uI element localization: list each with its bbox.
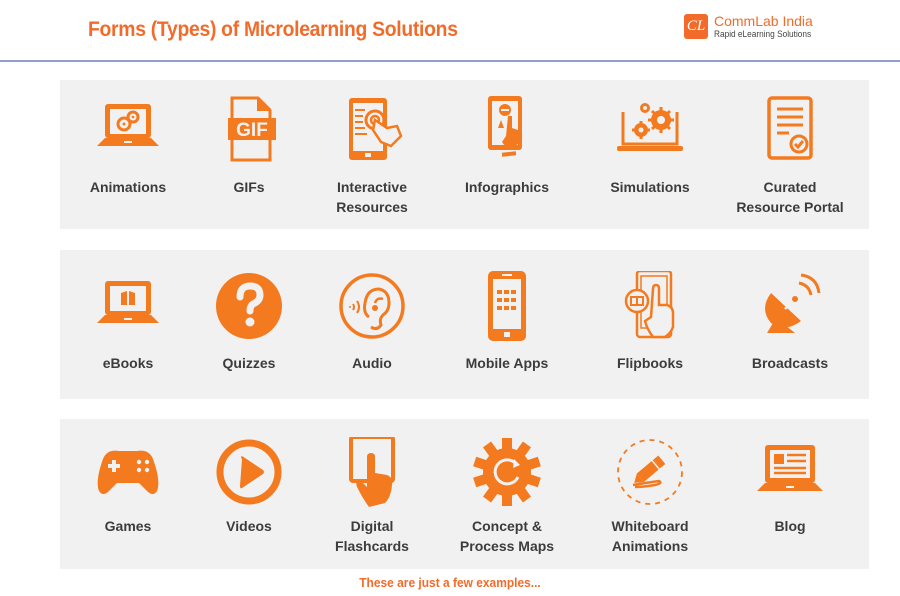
solution-label: Quizzes xyxy=(189,353,309,373)
question-circle-icon xyxy=(214,271,284,341)
solution-label: GIFs xyxy=(189,177,309,197)
laptop-article-icon xyxy=(755,437,825,507)
solution-item: Infographics xyxy=(447,80,567,230)
solution-label: Mobile Apps xyxy=(447,353,567,373)
laptop-cogs-icon xyxy=(615,94,685,164)
solution-label-line-2: Resource Portal xyxy=(736,199,844,215)
solution-item: Blog xyxy=(730,419,850,569)
solution-label: Concept & Process Maps xyxy=(447,516,567,556)
solution-label: Infographics xyxy=(447,177,567,197)
gamepad-icon xyxy=(93,437,163,507)
pencil-dashed-circle-icon xyxy=(615,437,685,507)
solution-label: eBooks xyxy=(68,353,188,373)
solution-label: Simulations xyxy=(590,177,710,197)
play-circle-icon xyxy=(214,437,284,507)
solution-label: Digital Flashcards xyxy=(312,516,432,556)
solution-label: Blog xyxy=(730,516,850,536)
solution-label-line-1: eBooks xyxy=(102,355,154,371)
solution-label: Whiteboard Animations xyxy=(590,516,710,556)
solution-item: Flipbooks xyxy=(590,250,710,400)
solution-label-line-1: Audio xyxy=(352,355,392,371)
solution-item: Simulations xyxy=(590,80,710,230)
solution-item: GIF GIFs xyxy=(189,80,309,230)
logo-mark-icon: CL xyxy=(684,14,708,39)
laptop-book-icon xyxy=(93,271,163,341)
satellite-dish-icon xyxy=(755,271,825,341)
solution-label-line-2: Resources xyxy=(336,199,408,215)
solution-item: Concept & Process Maps xyxy=(447,419,567,569)
solution-label: Games xyxy=(68,516,188,536)
smartphone-grid-icon xyxy=(472,271,542,341)
solution-item: Broadcasts xyxy=(730,250,850,400)
solution-label: Flipbooks xyxy=(590,353,710,373)
solution-label-line-1: Quizzes xyxy=(222,355,276,371)
footer-note: These are just a few examples... xyxy=(359,575,541,590)
solution-label-line-1: Interactive xyxy=(336,179,408,195)
logo-tagline: Rapid eLearning Solutions xyxy=(714,29,812,39)
solution-label-line-2: Animations xyxy=(611,538,689,554)
solution-label-line-1: Flipbooks xyxy=(616,355,684,371)
solution-label: Interactive Resources xyxy=(312,177,432,217)
gif-file-icon: GIF xyxy=(214,94,284,164)
tap-card-icon xyxy=(337,437,407,507)
tablet-touch-icon xyxy=(337,94,407,164)
solution-label-line-1: Digital xyxy=(350,518,394,534)
solution-label-line-2: Process Maps xyxy=(459,538,555,554)
tablet-person-tap-icon xyxy=(472,94,542,164)
solution-label: Animations xyxy=(68,177,188,197)
solution-label-line-2: Flashcards xyxy=(335,538,409,554)
solution-item: Digital Flashcards xyxy=(312,419,432,569)
solution-label-line-1: GIFs xyxy=(233,179,265,195)
logo-name: CommLab India xyxy=(714,13,813,29)
solution-label-line-1: Whiteboard xyxy=(611,518,689,534)
document-check-icon xyxy=(755,94,825,164)
laptop-gears-icon xyxy=(93,94,163,164)
solution-item: Whiteboard Animations xyxy=(590,419,710,569)
solution-label-line-1: Broadcasts xyxy=(751,355,829,371)
gear-refresh-icon xyxy=(472,437,542,507)
solution-label-line-1: Infographics xyxy=(464,179,549,195)
solution-label-line-1: Videos xyxy=(226,518,272,534)
solution-label-line-1: Concept & xyxy=(472,518,542,534)
svg-text:GIF: GIF xyxy=(236,120,268,141)
solution-label-line-1: Curated xyxy=(763,179,817,195)
solution-label-line-1: Games xyxy=(104,518,152,534)
solution-item: Games xyxy=(68,419,188,569)
solution-label-line-1: Mobile Apps xyxy=(465,355,549,371)
solution-item: eBooks xyxy=(68,250,188,400)
phone-flipbook-icon xyxy=(615,271,685,341)
solution-item: Videos xyxy=(189,419,309,569)
header-divider xyxy=(0,60,900,62)
solution-item: Mobile Apps xyxy=(447,250,567,400)
ear-icon xyxy=(337,271,407,341)
solution-label-line-1: Simulations xyxy=(610,179,690,195)
solution-item: Interactive Resources xyxy=(312,80,432,230)
solution-label-line-1: Blog xyxy=(774,518,806,534)
solution-label: Videos xyxy=(189,516,309,536)
solution-label: Broadcasts xyxy=(730,353,850,373)
brand-logo: CL CommLab India Rapid eLearning Solutio… xyxy=(684,14,820,39)
solution-item: Audio xyxy=(312,250,432,400)
solution-item: Animations xyxy=(68,80,188,230)
page-title: Forms (Types) of Microlearning Solutions xyxy=(88,18,458,41)
solution-label-line-1: Animations xyxy=(89,179,167,195)
solution-label: Curated Resource Portal xyxy=(730,177,850,217)
solution-item: Curated Resource Portal xyxy=(730,80,850,230)
solution-label: Audio xyxy=(312,353,432,373)
solution-item: Quizzes xyxy=(189,250,309,400)
